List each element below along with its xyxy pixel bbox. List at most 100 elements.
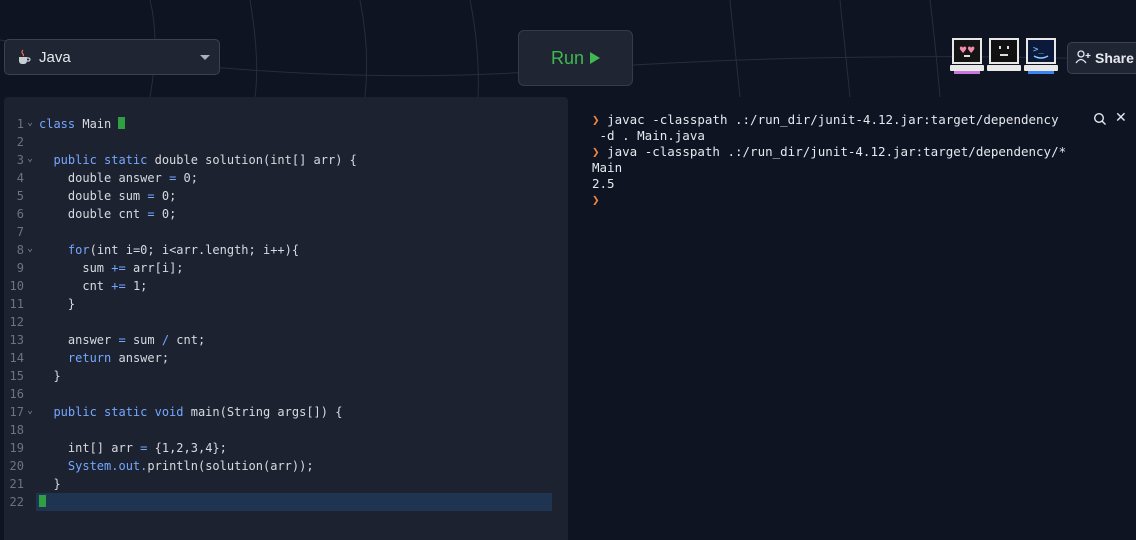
language-label: Java xyxy=(39,48,71,66)
terminal-output: ❯ javac -classpath .:/run_dir/junit-4.12… xyxy=(592,112,1066,208)
play-icon xyxy=(590,52,601,64)
avatar[interactable]: >_ xyxy=(1024,38,1058,74)
code-line: 1 ⌄ class Main xyxy=(4,115,568,133)
code-token: double answer xyxy=(67,171,170,185)
code-token: sum xyxy=(125,333,162,347)
code-token: double solution(int[] arr) { xyxy=(147,153,357,167)
fold-chevron-icon: ⌄ xyxy=(27,117,34,128)
collaborator-avatars: ♥♥ >_ xyxy=(950,38,1058,74)
code-line: 6 double cnt = 0; xyxy=(4,205,568,223)
code-line: 18 xyxy=(4,421,568,439)
code-token: class xyxy=(39,117,76,131)
fold-chevron-icon: ⌄ xyxy=(27,405,34,416)
code-token: -d . Main.java xyxy=(592,128,1066,144)
code-token: return xyxy=(67,351,112,365)
line-number: 20 xyxy=(9,459,24,473)
code-token: } xyxy=(67,297,76,311)
code-token: arr[i]; xyxy=(125,261,184,275)
line-number: 18 xyxy=(9,423,24,437)
avatar[interactable] xyxy=(987,38,1021,74)
code-line: 8 ⌄ for(int i=0; i<arr.length; i++){ xyxy=(4,241,568,259)
line-number: 12 xyxy=(9,315,24,329)
code-token: int[] arr xyxy=(67,441,141,455)
java-cup-icon xyxy=(15,48,33,66)
search-icon[interactable] xyxy=(1093,112,1107,131)
line-number: 19 xyxy=(9,441,24,455)
line-number: 15 xyxy=(9,369,24,383)
code-token: double cnt xyxy=(67,207,148,221)
code-line: 17 ⌄ public static void main(String args[… xyxy=(4,403,568,421)
prompt-icon: ❯ xyxy=(592,192,600,207)
code-token: public static void xyxy=(53,405,184,419)
line-number: 3 xyxy=(16,153,24,167)
run-button[interactable]: Run xyxy=(518,30,633,86)
terminal-panel[interactable]: ❯ javac -classpath .:/run_dir/junit-4.12… xyxy=(575,97,1136,540)
line-number: 6 xyxy=(16,207,24,221)
code-line: 5 double sum = 0; xyxy=(4,187,568,205)
code-token: = xyxy=(147,207,155,221)
code-lines: 1 ⌄ class Main 2 3 ⌄ public static double s… xyxy=(4,115,568,511)
code-token: 1; xyxy=(125,279,148,293)
code-token: public static void main(String args[]) { xyxy=(39,403,342,421)
code-line: 21 } xyxy=(4,475,568,493)
code-token: javac -classpath .:/run_dir/junit-4.12.j… xyxy=(607,112,1059,127)
line-number: 2 xyxy=(16,135,24,149)
code-line: 11 } xyxy=(4,295,568,313)
code-line: 13 answer = sum / cnt; xyxy=(4,331,568,349)
code-token: answer xyxy=(67,333,119,347)
line-number: 13 xyxy=(9,333,24,347)
close-icon[interactable]: ✕ xyxy=(1115,109,1127,126)
avatar[interactable]: ♥♥ xyxy=(950,38,984,74)
code-token: 0; xyxy=(154,207,177,221)
line-number: 11 xyxy=(9,297,24,311)
code-line-active: 22 xyxy=(4,493,568,511)
chevron-down-icon xyxy=(200,55,210,60)
line-number: 8 xyxy=(16,243,24,257)
code-token: } xyxy=(39,295,75,313)
code-token: double cnt = 0; xyxy=(39,205,176,223)
code-token: println xyxy=(147,459,198,473)
code-token: {1,2,3,4}; xyxy=(147,441,227,455)
code-token: Main xyxy=(592,160,1066,176)
code-token: / xyxy=(161,333,170,347)
code-token: } xyxy=(39,475,61,493)
code-token: for(int i=0; i<arr.length; i++){ xyxy=(39,241,299,259)
code-token: } xyxy=(53,369,61,383)
code-token: cnt; xyxy=(169,333,206,347)
line-number: 7 xyxy=(16,225,24,239)
code-token: sum xyxy=(82,261,112,275)
line-number: 21 xyxy=(9,477,24,491)
code-token: class Main xyxy=(39,115,126,133)
line-number: 10 xyxy=(9,279,24,293)
code-token: cnt xyxy=(82,279,112,293)
code-line: 12 xyxy=(4,313,568,331)
code-token: double answer = 0; xyxy=(39,169,198,187)
code-line: 20 System.out.println(solution(arr)); xyxy=(4,457,568,475)
code-line: 14 return answer; xyxy=(4,349,568,367)
prompt-icon: ❯ xyxy=(592,144,600,159)
code-token: 0; xyxy=(176,171,198,185)
code-line: 2 xyxy=(4,133,568,151)
code-line: 9 sum += arr[i]; xyxy=(4,259,568,277)
line-number: 1 xyxy=(16,117,24,131)
line-number: 16 xyxy=(9,387,24,401)
code-token: answer; xyxy=(111,351,170,365)
code-token: } xyxy=(53,477,61,491)
line-number: 22 xyxy=(9,495,24,509)
language-select[interactable]: Java xyxy=(4,39,220,75)
code-token: ❯ java -classpath .:/run_dir/junit-4.12.… xyxy=(592,144,1066,160)
code-token: java -classpath .:/run_dir/junit-4.12.ja… xyxy=(607,144,1067,159)
code-line: 10 cnt += 1; xyxy=(4,277,568,295)
svg-text:♥♥: ♥♥ xyxy=(959,46,975,56)
share-button[interactable]: Share xyxy=(1067,42,1136,74)
code-token: answer = sum / cnt; xyxy=(39,331,205,349)
line-number: 14 xyxy=(9,351,24,365)
collaborator-cursor xyxy=(118,117,126,129)
code-token: double sum = 0; xyxy=(39,187,176,205)
code-token: public static double solution(int[] arr)… xyxy=(39,151,357,169)
code-editor[interactable]: 1 ⌄ class Main 2 3 ⌄ public static double s… xyxy=(4,97,568,540)
run-label: Run xyxy=(550,47,585,68)
line-number: 9 xyxy=(16,261,24,275)
code-token: } xyxy=(39,367,61,385)
code-line: 3 ⌄ public static double solution(int[] a… xyxy=(4,151,568,169)
